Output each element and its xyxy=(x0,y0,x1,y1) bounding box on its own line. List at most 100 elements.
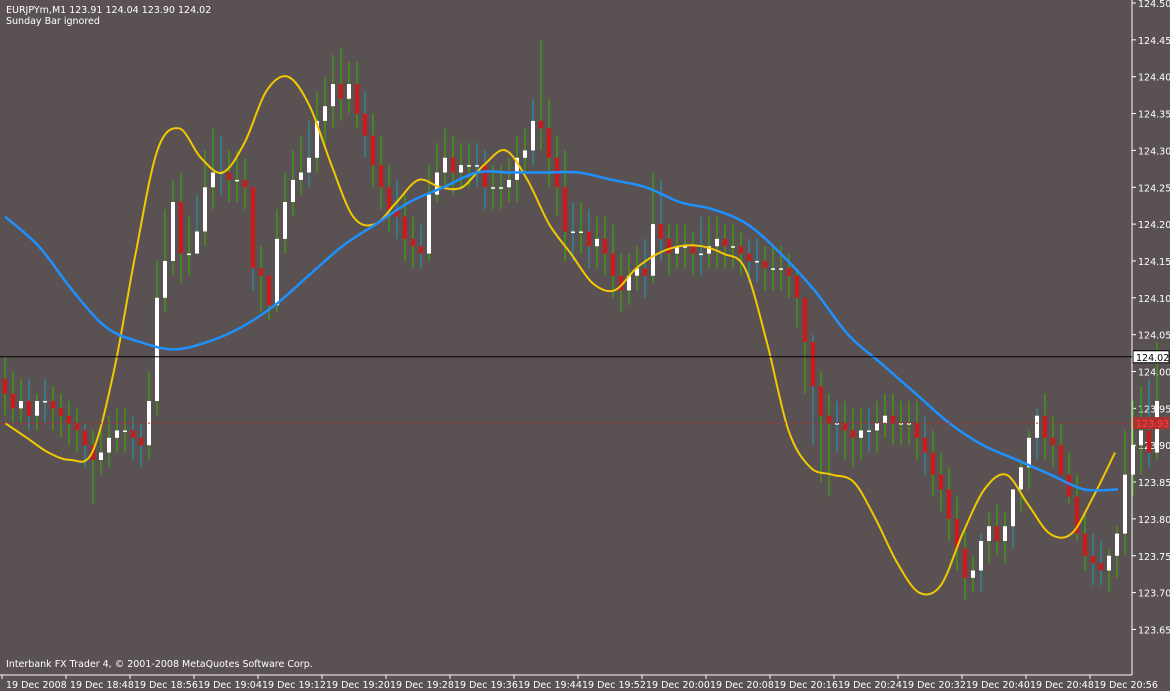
candle-body xyxy=(891,415,895,424)
candle-body xyxy=(539,120,543,129)
candle-body xyxy=(699,253,703,256)
candle-body xyxy=(875,423,879,431)
candle-body xyxy=(403,216,407,239)
candle-body xyxy=(987,526,991,542)
candle-body xyxy=(267,275,271,306)
candle-body xyxy=(491,187,495,189)
candle-body xyxy=(411,238,415,247)
candle-body xyxy=(643,268,647,276)
y-tick-label: 124.35 xyxy=(1138,110,1170,121)
y-tick-label: 124.45 xyxy=(1138,36,1170,47)
candle-body xyxy=(459,165,463,173)
candle-body xyxy=(51,400,55,409)
candle-body xyxy=(27,400,31,416)
candle-body xyxy=(963,548,967,578)
candle-body xyxy=(83,430,87,446)
candle-body xyxy=(203,187,207,232)
y-tick-label: 124.30 xyxy=(1138,146,1170,157)
x-tick-label: 19 Dec 20:48 xyxy=(1030,680,1094,691)
candle-body xyxy=(1043,415,1047,438)
candle-body xyxy=(75,423,79,431)
candle-body xyxy=(1115,533,1119,556)
candle-body xyxy=(291,179,295,202)
chart-subtitle: Sunday Bar ignored xyxy=(6,16,100,27)
candle-body xyxy=(211,172,215,188)
candle-body xyxy=(547,128,551,158)
x-tick-label: 19 Dec 20:08 xyxy=(710,680,774,691)
candle-body xyxy=(387,187,391,210)
candle-body xyxy=(11,393,15,409)
candle-body xyxy=(771,268,775,270)
y-tick-label: 123.70 xyxy=(1138,589,1170,600)
candle-body xyxy=(443,157,447,173)
candle-body xyxy=(1091,555,1095,564)
candle-body xyxy=(1147,430,1151,453)
candle-body xyxy=(1083,533,1087,556)
candle-body xyxy=(1139,430,1143,446)
candle-body xyxy=(275,238,279,306)
candle-body xyxy=(43,400,47,403)
candle-body xyxy=(811,342,815,387)
y-tick-label: 124.20 xyxy=(1138,220,1170,231)
candle-body xyxy=(795,275,799,298)
candle-body xyxy=(355,84,359,114)
y-tick-label: 123.75 xyxy=(1138,552,1170,563)
candle-body xyxy=(523,150,527,158)
candle-body xyxy=(3,378,7,394)
candle-body xyxy=(107,437,111,453)
candle-body xyxy=(171,201,175,261)
y-tick-label: 124.25 xyxy=(1138,183,1170,194)
x-tick-label: 19 Dec 20:40 xyxy=(966,680,1030,691)
candle-body xyxy=(1027,437,1031,468)
y-tick-label: 123.95 xyxy=(1138,404,1170,415)
x-tick-label: 19 Dec 19:52 xyxy=(582,680,646,691)
mt4-chart[interactable]: 124.50 124.45 124.40 124.35 124.30 124.25 124.… xyxy=(0,0,1170,691)
candle-body xyxy=(731,246,735,248)
candle-body xyxy=(187,253,191,256)
candle-body xyxy=(867,430,871,432)
x-tick-label: 19 Dec 19:12 xyxy=(262,680,326,691)
candle-body xyxy=(659,224,663,239)
candle-body xyxy=(1107,555,1111,571)
candle-body xyxy=(819,386,823,416)
candle-body xyxy=(1123,474,1127,534)
candle-body xyxy=(603,238,607,254)
candle-body xyxy=(1019,467,1023,490)
candle-body xyxy=(611,253,615,276)
candle-body xyxy=(939,474,943,490)
candle-body xyxy=(923,437,927,453)
candle-body xyxy=(571,231,575,233)
candle-body xyxy=(59,408,63,416)
chart-svg[interactable]: 124.50 124.45 124.40 124.35 124.30 124.25 124.… xyxy=(0,0,1170,691)
candle-body xyxy=(307,157,311,173)
candle-body xyxy=(115,430,119,438)
candle-body xyxy=(131,430,135,438)
x-tick-label: 19 Dec 20:32 xyxy=(902,680,966,691)
candle-body xyxy=(467,165,471,167)
candle-body xyxy=(979,541,983,571)
candle-body xyxy=(827,415,831,424)
y-tick-label: 124.50 xyxy=(1138,0,1170,10)
candle-body xyxy=(243,179,247,188)
candle-body xyxy=(195,231,199,254)
candle-body xyxy=(595,238,599,247)
candle-body xyxy=(475,165,479,167)
candle-body xyxy=(779,268,783,270)
candle-body xyxy=(251,187,255,269)
candle-body xyxy=(763,260,767,269)
candle-body xyxy=(915,423,919,438)
candle-body xyxy=(755,260,759,263)
x-tick-label: 19 Dec 19:44 xyxy=(518,680,582,691)
candle-body xyxy=(363,113,367,136)
candle-body xyxy=(499,187,503,189)
x-tick-label: 19 Dec 2008 xyxy=(6,680,67,691)
copyright-text: Interbank FX Trader 4, © 2001-2008 MetaQ… xyxy=(6,659,313,670)
candle-body xyxy=(1003,526,1007,542)
candle-body xyxy=(451,157,455,173)
candle-body xyxy=(179,201,183,254)
candle-body xyxy=(123,430,127,432)
y-tick-label: 124.15 xyxy=(1138,257,1170,268)
y-tick-label: 123.80 xyxy=(1138,515,1170,526)
candle-body xyxy=(995,526,999,542)
candle-body xyxy=(139,437,143,446)
